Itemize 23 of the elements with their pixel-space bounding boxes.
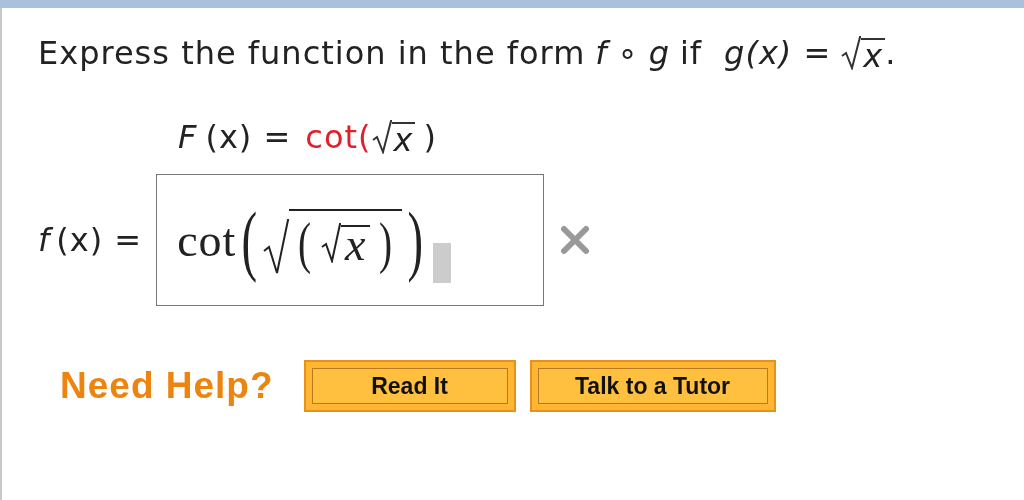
math-text: . <box>885 34 897 72</box>
radical-icon <box>263 219 290 275</box>
math-text: (x) = <box>205 118 292 156</box>
need-help-label: Need Help? <box>60 365 274 407</box>
math-text: (x) = <box>56 221 143 259</box>
compose-symbol: ∘ <box>617 34 639 72</box>
help-button[interactable]: Read It <box>303 360 516 412</box>
math-text: ) <box>423 118 437 156</box>
math-variable: F <box>178 118 198 156</box>
radical-icon <box>841 36 862 70</box>
text-cursor <box>433 243 452 283</box>
math-text: (x) = <box>745 34 832 72</box>
question-text: Express the function in the form <box>38 34 586 72</box>
radical-icon <box>321 223 341 263</box>
math-variable: g <box>648 34 670 72</box>
radical-icon <box>371 120 392 154</box>
math-variable: x <box>391 122 416 156</box>
help-button[interactable]: Talk to a Tutor <box>529 360 776 412</box>
question-text: if <box>679 34 703 72</box>
math-function: cot( <box>305 118 372 156</box>
math-variable: g <box>724 34 746 72</box>
answer-field[interactable]: cot( ( x ) ) <box>156 174 545 306</box>
math-variable: x <box>861 38 886 72</box>
